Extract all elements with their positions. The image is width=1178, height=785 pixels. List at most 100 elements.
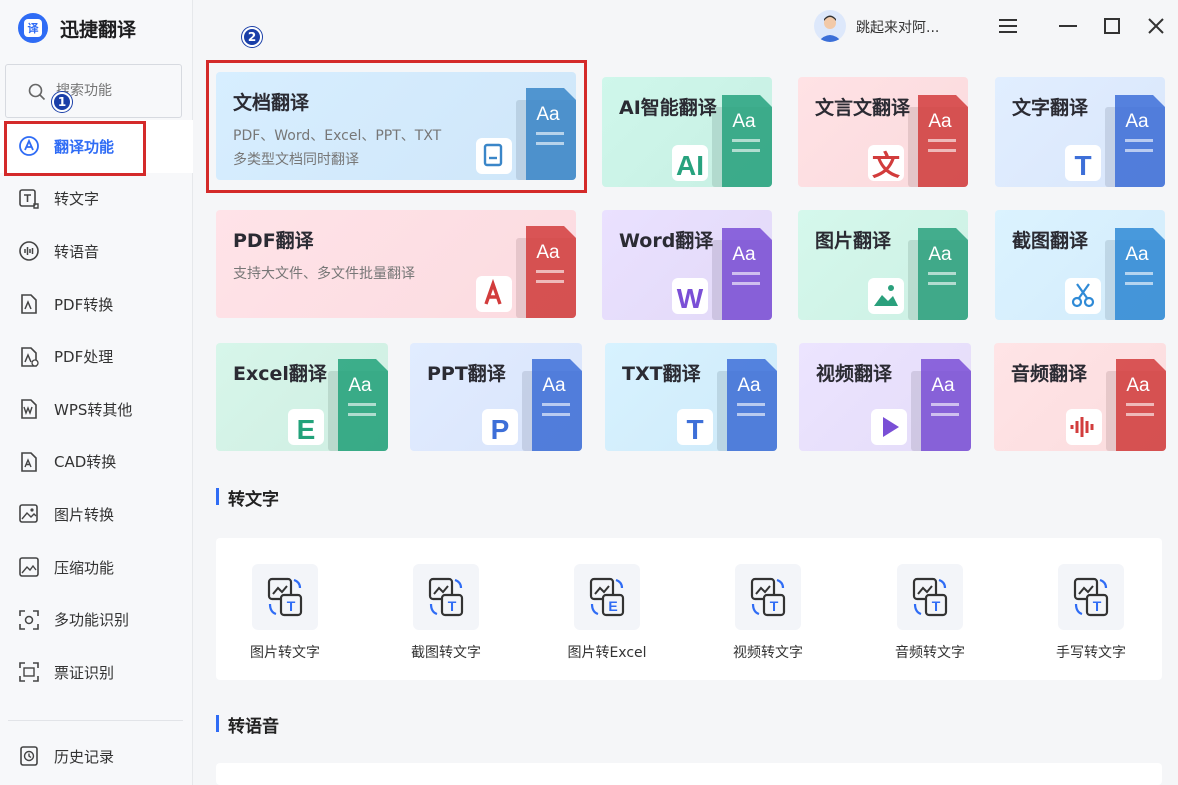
sidebar-item-label: 图片转换: [54, 505, 115, 524]
svg-text:P: P: [491, 414, 510, 445]
sidebar-item-cad[interactable]: CAD转换: [0, 436, 193, 489]
sidebar-nav: 翻译功能转文字转语音 PDF转换 PDF处理 WPS转其他 CAD转换图片转换压缩功能多…: [0, 120, 193, 699]
card-title: PDF翻译: [233, 230, 314, 252]
text-convert-icon: [17, 187, 41, 211]
sidebar-item-compress[interactable]: 压缩功能: [0, 541, 193, 594]
minimize-button[interactable]: [1056, 14, 1080, 38]
audio-to-text-icon: T: [897, 564, 963, 630]
compress-icon: [17, 555, 41, 579]
menu-icon: [999, 19, 1017, 33]
sidebar-item-label: 翻译功能: [54, 137, 115, 156]
close-button[interactable]: [1144, 14, 1168, 38]
app-name: 迅捷翻译: [60, 18, 137, 41]
top-bar: 跳起来对阿...: [194, 0, 1178, 52]
svg-text:Aa: Aa: [1125, 244, 1149, 265]
feature-card-10[interactable]: Aa T TXT翻译: [605, 343, 777, 451]
feature-card-4[interactable]: Aa PDF翻译支持大文件、多文件批量翻译: [216, 210, 576, 318]
sidebar-item-translate[interactable]: 翻译功能: [0, 120, 193, 173]
avatar[interactable]: [814, 10, 846, 42]
feature-card-7[interactable]: Aa 截图翻译: [995, 210, 1165, 320]
svg-text:T: T: [1074, 150, 1091, 181]
minimize-icon: [1059, 25, 1077, 27]
recognize-icon: [17, 608, 41, 632]
tool-image-to-excel[interactable]: E 图片转Excel: [547, 564, 667, 662]
maximize-button[interactable]: [1100, 14, 1124, 38]
tool-label: 音频转文字: [895, 645, 965, 661]
voice-tools-panel: [216, 763, 1162, 785]
sidebar-item-pdf-process[interactable]: PDF处理: [0, 330, 193, 383]
tool-audio-to-text[interactable]: T 音频转文字: [870, 564, 990, 662]
username[interactable]: 跳起来对阿...: [856, 17, 939, 37]
svg-text:Aa: Aa: [732, 244, 756, 265]
card-title: AI智能翻译: [619, 97, 717, 119]
sidebar-divider: [8, 720, 183, 721]
sidebar-item-label: WPS转其他: [54, 400, 133, 419]
sidebar-item-text-convert[interactable]: 转文字: [0, 173, 193, 226]
sidebar-item-ticket[interactable]: 票证识别: [0, 646, 193, 699]
svg-text:T: T: [770, 598, 779, 614]
card-description: 支持大文件、多文件批量翻译: [233, 266, 415, 282]
feature-card-3[interactable]: Aa T 文字翻译: [995, 77, 1165, 187]
card-title: Excel翻译: [233, 363, 327, 385]
feature-card-5[interactable]: Aa W Word翻译: [602, 210, 772, 320]
sidebar: 译 迅捷翻译 1 翻译功能转文字转语音 PDF转换 PDF处理 WPS转其他 CAD转换…: [0, 0, 193, 785]
sidebar-item-label: PDF转换: [54, 295, 114, 314]
card-description: 多类型文档同时翻译: [233, 152, 359, 168]
feature-card-9[interactable]: Aa P PPT翻译: [410, 343, 582, 451]
feature-card-8[interactable]: Aa E Excel翻译: [216, 343, 388, 451]
svg-text:Aa: Aa: [928, 111, 952, 132]
maximize-icon: [1104, 18, 1120, 34]
sidebar-item-label: 转语音: [54, 242, 100, 261]
wps-icon: [17, 397, 41, 421]
card-title: 音频翻译: [1011, 363, 1088, 385]
search-input[interactable]: [56, 81, 166, 101]
screenshot-to-text-icon: T: [413, 564, 479, 630]
history-button[interactable]: 历史记录: [0, 730, 193, 782]
svg-text:T: T: [932, 598, 941, 614]
svg-text:T: T: [686, 414, 703, 445]
svg-text:Aa: Aa: [1125, 111, 1149, 132]
feature-card-6[interactable]: Aa 图片翻译: [798, 210, 968, 320]
tool-screenshot-to-text[interactable]: T 截图转文字: [386, 564, 506, 662]
card-title: PPT翻译: [427, 363, 506, 385]
svg-text:Aa: Aa: [348, 375, 372, 396]
svg-text:T: T: [448, 598, 457, 614]
sidebar-item-label: CAD转换: [54, 453, 117, 472]
step-marker-1: 1: [52, 92, 72, 112]
svg-text:Aa: Aa: [732, 111, 756, 132]
close-icon: [1148, 18, 1164, 34]
menu-button[interactable]: [996, 14, 1020, 38]
search-box[interactable]: [5, 64, 182, 118]
card-title: 图片翻译: [815, 230, 892, 252]
card-title: 文字翻译: [1012, 97, 1089, 119]
video-to-text-icon: T: [735, 564, 801, 630]
sidebar-item-pdf-convert[interactable]: PDF转换: [0, 278, 193, 331]
sidebar-item-label: 票证识别: [54, 663, 115, 682]
card-illustration-icon: Aa: [476, 226, 576, 318]
tool-image-to-text[interactable]: T 图片转文字: [225, 564, 345, 662]
tool-video-to-text[interactable]: T 视频转文字: [708, 564, 828, 662]
sidebar-item-image-convert[interactable]: 图片转换: [0, 488, 193, 541]
pdf-convert-icon: [17, 292, 41, 316]
feature-card-12[interactable]: Aa 音频翻译: [994, 343, 1166, 451]
tool-label: 图片转Excel: [567, 645, 647, 661]
sidebar-item-voice[interactable]: 转语音: [0, 225, 193, 278]
image-to-excel-icon: E: [574, 564, 640, 630]
card-description: PDF、Word、Excel、PPT、TXT: [233, 128, 442, 144]
tool-handwriting-to-text[interactable]: T 手写转文字: [1031, 564, 1151, 662]
svg-text:T: T: [1093, 598, 1102, 614]
search-icon: [28, 83, 46, 101]
card-title: 视频翻译: [816, 363, 893, 385]
step-marker-2: 2: [242, 27, 262, 47]
pdf-process-icon: [17, 345, 41, 369]
feature-card-11[interactable]: Aa 视频翻译: [799, 343, 971, 451]
feature-card-1[interactable]: Aa AI AI智能翻译: [602, 77, 772, 187]
svg-text:Aa: Aa: [536, 104, 560, 125]
svg-text:Aa: Aa: [928, 244, 952, 265]
sidebar-item-recognize[interactable]: 多功能识别: [0, 593, 193, 646]
sidebar-item-wps[interactable]: WPS转其他: [0, 383, 193, 436]
svg-text:Aa: Aa: [536, 242, 560, 263]
feature-card-0[interactable]: Aa 文档翻译 PDF、Word、Excel、PPT、TXT 多类型文档同时翻译: [216, 72, 576, 180]
svg-text:Aa: Aa: [931, 375, 955, 396]
feature-card-2[interactable]: Aa 文 文言文翻译: [798, 77, 968, 187]
